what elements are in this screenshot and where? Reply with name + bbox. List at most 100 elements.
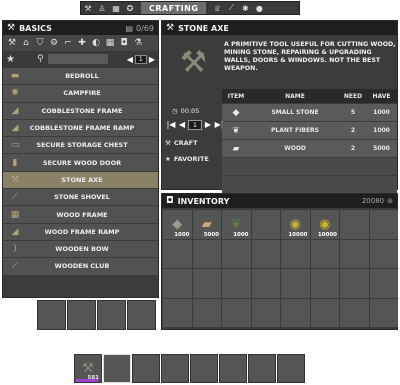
empty-inventory-slot[interactable] [310, 298, 339, 327]
backpack-icon: ◘ [166, 196, 174, 206]
empty-inventory-slot[interactable] [163, 239, 192, 268]
sword-icon[interactable]: ⟋ [224, 2, 238, 14]
empty-inventory-slot[interactable] [192, 239, 221, 268]
shield-icon[interactable]: ⛉ [34, 37, 46, 49]
empty-inventory-slot[interactable] [340, 298, 369, 327]
food-icon[interactable]: ◐ [90, 37, 102, 49]
recipe-label: WOOD FRAME RAMP [44, 227, 120, 236]
recipe-item[interactable]: ⟋ STONE SHOVEL [3, 189, 158, 206]
bulb-icon[interactable]: ● [252, 2, 266, 14]
recipe-label: WOOD FRAME [56, 210, 108, 219]
empty-inventory-slot[interactable] [310, 239, 339, 268]
empty-inventory-slot[interactable] [310, 269, 339, 298]
empty-inventory-slot[interactable] [222, 239, 251, 268]
prev-page-button[interactable]: ◀ [127, 55, 133, 64]
person-icon[interactable]: ♙ [95, 2, 109, 14]
recipe-thumbnail-icon: ⚒ [10, 174, 20, 185]
creatures-icon[interactable]: ✱ [238, 2, 252, 14]
trophy-icon[interactable]: ♕ [210, 2, 224, 14]
bag-icon[interactable]: ◘ [118, 37, 130, 49]
recipe-item[interactable]: ◢ COBBLESTONE FRAME RAMP [3, 119, 158, 137]
toolbelt-slot[interactable] [219, 354, 247, 383]
recipe-thumbnail-icon: ✺ [11, 88, 19, 99]
ingredient-have: 1000 [373, 127, 390, 134]
empty-inventory-slot[interactable] [163, 269, 192, 298]
empty-inventory-slot[interactable] [340, 210, 369, 239]
gun-icon[interactable]: ⌐ [62, 37, 74, 49]
toolbelt-slot[interactable] [248, 354, 276, 383]
empty-inventory-slot[interactable] [281, 269, 310, 298]
hammer-icon[interactable]: ⚒ [6, 37, 18, 49]
recipe-item[interactable]: ◢ COBBLESTONE FRAME [3, 102, 158, 119]
empty-inventory-slot[interactable] [163, 298, 192, 327]
recipe-item[interactable]: ⚒ STONE AXE [3, 171, 158, 189]
page-selector: ◀ 1 ▶ [127, 54, 155, 64]
favorite-button[interactable]: ★ FAVORITE [165, 155, 209, 163]
empty-inventory-slot[interactable] [369, 239, 398, 268]
next-page-button[interactable]: ▶ [149, 55, 155, 64]
toolbelt-slot[interactable] [132, 354, 160, 383]
tab-crafting[interactable]: CRAFTING [141, 2, 207, 14]
skill-icon[interactable]: ✪ [123, 2, 137, 14]
recipe-item[interactable]: ▦ WOOD FRAME [3, 206, 158, 223]
toolbelt-slot[interactable] [103, 354, 131, 383]
quantity-stepper: |◀ ◀ 1 ▶ ▶| [166, 119, 224, 130]
craft-button[interactable]: ⚒ CRAFT [165, 139, 198, 147]
empty-inventory-slot[interactable] [192, 269, 221, 298]
stone-axe-icon: ⚒ [82, 361, 94, 376]
toolbelt-slot[interactable] [277, 354, 305, 383]
detail-title: STONE AXE [178, 23, 229, 33]
recipe-item[interactable]: ⟋ WOODEN CLUB [3, 258, 158, 275]
hammer-icon[interactable]: ⚒ [81, 2, 95, 14]
inventory-slot[interactable]: ◉ 10000 [281, 210, 310, 239]
search-input[interactable] [47, 54, 108, 64]
recipe-item[interactable]: ✺ CAMPFIRE [3, 85, 158, 102]
empty-inventory-slot[interactable] [340, 239, 369, 268]
empty-inventory-slot[interactable] [251, 298, 280, 327]
tools-icon[interactable]: ⚗ [132, 37, 144, 49]
empty-inventory-slot[interactable] [192, 298, 221, 327]
recipe-item[interactable]: ▮ SECURE WOOD DOOR [3, 154, 158, 171]
inventory-slot[interactable]: ▰ 5000 [192, 210, 221, 239]
quantity-value[interactable]: 1 [188, 119, 202, 130]
empty-inventory-slot[interactable] [281, 239, 310, 268]
empty-slot[interactable] [67, 300, 96, 330]
empty-inventory-slot[interactable] [281, 298, 310, 327]
min-quantity-button[interactable]: |◀ [166, 119, 176, 130]
item-icon: ❦ [230, 216, 242, 232]
empty-inventory-slot[interactable] [369, 210, 398, 239]
decrease-quantity-button[interactable]: ◀ [177, 119, 187, 130]
toolbelt-slot[interactable] [161, 354, 189, 383]
inventory-slot[interactable]: ◆ 1000 [163, 210, 192, 239]
recipe-item[interactable]: ▭ SECURE STORAGE CHEST [3, 137, 158, 154]
wrench-icon[interactable]: ⚙ [48, 37, 60, 49]
inventory-slot[interactable]: ◉ 10000 [310, 210, 339, 239]
empty-slot[interactable] [37, 300, 66, 330]
map-icon[interactable]: ▦ [109, 2, 123, 14]
empty-inventory-slot[interactable] [251, 269, 280, 298]
recipe-item[interactable]: ◢ WOOD FRAME RAMP [3, 223, 158, 240]
recipe-item[interactable]: ) WOODEN BOW [3, 240, 158, 258]
empty-slot[interactable] [97, 300, 126, 330]
empty-slot[interactable] [127, 300, 156, 330]
inventory-slot[interactable]: ❦ 1000 [222, 210, 251, 239]
empty-inventory-slot[interactable] [251, 210, 280, 239]
increase-quantity-button[interactable]: ▶ [203, 119, 213, 130]
favorite-filter-icon[interactable]: ★ [6, 54, 15, 65]
empty-inventory-slot[interactable] [369, 269, 398, 298]
medkit-icon[interactable]: ✚ [76, 37, 88, 49]
home-icon[interactable]: ⌂ [20, 37, 32, 49]
book-icon: ▤ [125, 23, 134, 33]
empty-inventory-slot[interactable] [369, 298, 398, 327]
recipe-thumbnail-icon: ▮ [12, 157, 18, 168]
empty-inventory-slot[interactable] [251, 239, 280, 268]
toolbelt-slot[interactable]: ⚒ 581 [74, 354, 102, 383]
empty-inventory-slot[interactable] [222, 269, 251, 298]
empty-inventory-slot[interactable] [222, 298, 251, 327]
empty-inventory-slot[interactable] [340, 269, 369, 298]
sort-icon[interactable]: ⊜ [387, 197, 393, 205]
toolbelt-slot[interactable] [190, 354, 218, 383]
recipe-item[interactable]: ▬ BEDROLL [3, 68, 158, 85]
crafting-menu-bar: ⚒ ♙ ▦ ✪ CRAFTING ♕ ⟋ ✱ ● [80, 1, 300, 15]
grid-icon[interactable]: ▦ [104, 37, 116, 49]
